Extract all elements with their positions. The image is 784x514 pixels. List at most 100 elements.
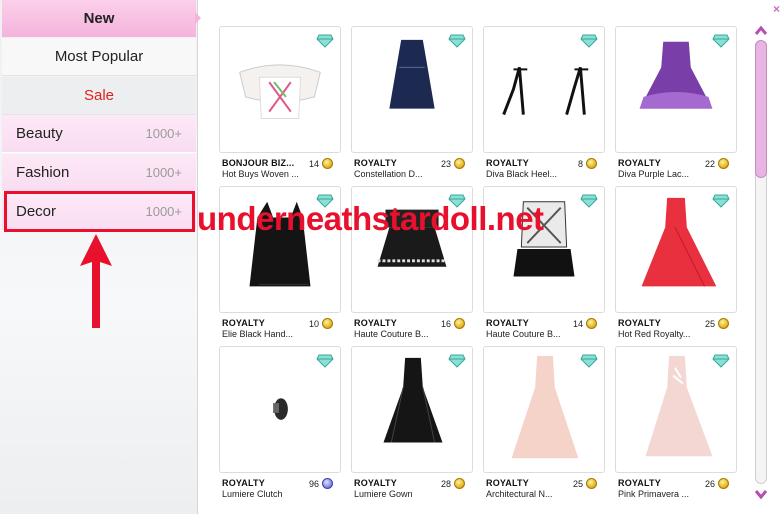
product-image[interactable]: [219, 26, 341, 153]
product-brand: ROYALTY: [618, 318, 661, 328]
product-price: 14: [573, 318, 597, 329]
product-name: Haute Couture B...: [486, 329, 561, 339]
product-price: 28: [441, 478, 465, 489]
product-name: Hot Buys Woven ...: [222, 169, 299, 179]
gem-icon: [580, 354, 598, 368]
starcoin-icon: [718, 318, 729, 329]
stardollar-icon: [322, 478, 333, 489]
gem-icon: [712, 34, 730, 48]
starcoin-icon: [454, 318, 465, 329]
product-card[interactable]: ROYALTY Architectural N... 25: [483, 346, 605, 499]
product-image[interactable]: [615, 346, 737, 473]
annotation-arrow-icon: [80, 234, 112, 328]
starcoin-icon: [322, 318, 333, 329]
product-image[interactable]: [615, 26, 737, 153]
product-card[interactable]: ROYALTY Hot Red Royalty... 25: [615, 186, 737, 339]
gem-icon: [712, 194, 730, 208]
starcoin-icon: [322, 158, 333, 169]
item-count: 1000+: [145, 126, 182, 141]
gem-icon: [448, 34, 466, 48]
sidebar-item-label: New: [83, 10, 115, 27]
product-price: 22: [705, 158, 729, 169]
sidebar-item-label: Beauty: [16, 125, 63, 142]
gem-icon: [712, 354, 730, 368]
product-price: 26: [705, 478, 729, 489]
price-value: 28: [440, 478, 451, 489]
shop-window: New Most Popular Sale Beauty 1000+ Fashi…: [0, 0, 784, 514]
product-card[interactable]: BONJOUR BIZ... Hot Buys Woven ... 14: [219, 26, 341, 179]
product-name: Pink Primavera ...: [618, 489, 690, 499]
gem-icon: [316, 34, 334, 48]
watermark-text: underneathstardoll.net: [197, 200, 544, 237]
gem-icon: [448, 354, 466, 368]
product-name: Elie Black Hand...: [222, 329, 294, 339]
gem-icon: [580, 194, 598, 208]
product-image[interactable]: [615, 186, 737, 313]
product-image[interactable]: [483, 346, 605, 473]
product-card[interactable]: ROYALTY Constellation D... 23: [351, 26, 473, 179]
starcoin-icon: [718, 478, 729, 489]
product-card[interactable]: ROYALTY Diva Black Heel... 8: [483, 26, 605, 179]
product-price: 8: [578, 158, 597, 169]
product-price: 10: [309, 318, 333, 329]
product-brand: ROYALTY: [354, 318, 397, 328]
product-card[interactable]: ROYALTY Lumiere Clutch 96: [219, 346, 341, 499]
price-value: 96: [308, 478, 319, 489]
product-card[interactable]: ROYALTY Lumiere Gown 28: [351, 346, 473, 499]
product-brand: ROYALTY: [354, 478, 397, 488]
price-value: 16: [440, 318, 451, 329]
sidebar-item-beauty[interactable]: Beauty 1000+: [2, 115, 196, 153]
product-brand: ROYALTY: [618, 478, 661, 488]
product-brand: ROYALTY: [486, 318, 529, 328]
product-name: Constellation D...: [354, 169, 423, 179]
product-brand: ROYALTY: [486, 158, 529, 168]
starcoin-icon: [718, 158, 729, 169]
sidebar-item-new[interactable]: New: [2, 0, 201, 37]
product-name: Diva Black Heel...: [486, 169, 558, 179]
price-value: 26: [704, 478, 715, 489]
product-name: Lumiere Clutch: [222, 489, 283, 499]
product-price: 25: [573, 478, 597, 489]
price-value: 14: [572, 318, 583, 329]
price-value: 10: [308, 318, 319, 329]
scroll-up-icon[interactable]: [754, 24, 768, 36]
product-price: 23: [441, 158, 465, 169]
product-image[interactable]: [483, 26, 605, 153]
product-card[interactable]: ROYALTY Diva Purple Lac... 22: [615, 26, 737, 179]
product-image[interactable]: [351, 346, 473, 473]
product-name: Architectural N...: [486, 489, 553, 499]
price-value: 8: [577, 158, 583, 169]
product-brand: ROYALTY: [222, 478, 265, 488]
starcoin-icon: [454, 158, 465, 169]
sidebar-item-most-popular[interactable]: Most Popular: [2, 38, 196, 76]
scrollbar-thumb[interactable]: [755, 40, 767, 178]
product-brand: BONJOUR BIZ...: [222, 158, 295, 168]
product-price: 25: [705, 318, 729, 329]
product-brand: ROYALTY: [618, 158, 661, 168]
scroll-down-icon[interactable]: [754, 489, 768, 501]
product-brand: ROYALTY: [222, 318, 265, 328]
sidebar-item-label: Sale: [83, 87, 115, 104]
starcoin-icon: [454, 478, 465, 489]
product-price: 96: [309, 478, 333, 489]
annotation-highlight-box: [4, 191, 195, 232]
price-value: 23: [440, 158, 451, 169]
price-value: 25: [704, 318, 715, 329]
gem-icon: [316, 354, 334, 368]
gem-icon: [580, 34, 598, 48]
product-card[interactable]: ROYALTY Pink Primavera ... 26: [615, 346, 737, 499]
price-value: 25: [572, 478, 583, 489]
sidebar-item-fashion[interactable]: Fashion 1000+: [2, 154, 196, 192]
product-price: 14: [309, 158, 333, 169]
product-name: Haute Couture B...: [354, 329, 429, 339]
price-value: 14: [308, 158, 319, 169]
sidebar-item-label: Fashion: [16, 164, 70, 181]
product-brand: ROYALTY: [354, 158, 397, 168]
product-name: Diva Purple Lac...: [618, 169, 690, 179]
sidebar-item-label: Most Popular: [54, 48, 144, 65]
close-icon[interactable]: ×: [773, 2, 780, 16]
sidebar-item-sale[interactable]: Sale: [2, 77, 196, 115]
product-brand: ROYALTY: [486, 478, 529, 488]
product-image[interactable]: [351, 26, 473, 153]
product-image[interactable]: [219, 346, 341, 473]
